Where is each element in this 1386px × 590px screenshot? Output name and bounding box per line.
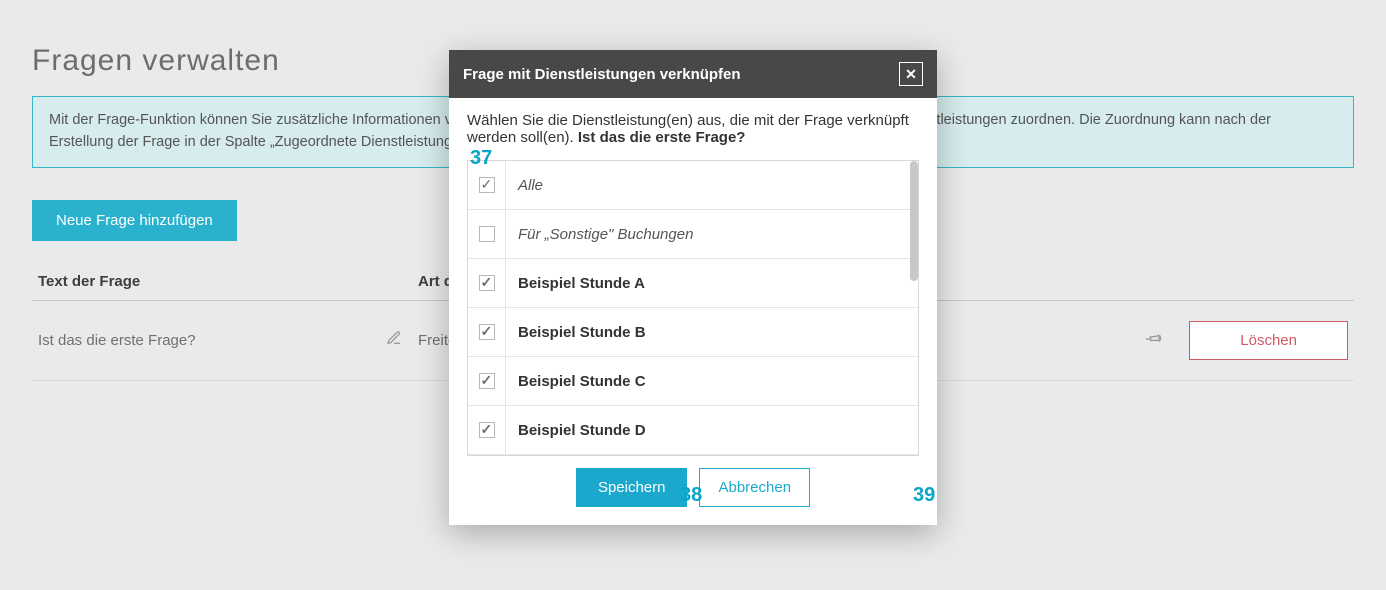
add-question-button[interactable]: Neue Frage hinzufügen [32, 200, 237, 241]
close-icon: ✕ [905, 66, 917, 83]
service-row[interactable]: Beispiel Stunde D [468, 406, 918, 455]
annotation-39: 39 [913, 484, 935, 507]
services-list: Alle Für „Sonstige" Buchungen Beispiel Stu… [467, 160, 919, 456]
service-row[interactable]: Alle [468, 161, 918, 210]
service-label: Beispiel Stunde B [506, 324, 658, 341]
service-checkbox[interactable] [479, 275, 495, 291]
service-row[interactable]: Für „Sonstige" Buchungen [468, 210, 918, 259]
service-checkbox[interactable] [479, 177, 495, 193]
cancel-button[interactable]: Abbrechen [699, 468, 810, 507]
service-label: Beispiel Stunde A [506, 275, 657, 292]
annotation-37: 37 [470, 147, 492, 170]
service-row[interactable]: Beispiel Stunde B [468, 308, 918, 357]
service-checkbox[interactable] [479, 373, 495, 389]
annotation-38: 38 [680, 484, 702, 507]
modal-title: Frage mit Dienstleistungen verknüpfen [463, 66, 741, 83]
service-label: Alle [506, 177, 555, 194]
service-checkbox[interactable] [479, 324, 495, 340]
service-row[interactable]: Beispiel Stunde C [468, 357, 918, 406]
link-services-modal: Frage mit Dienstleistungen verknüpfen ✕ … [449, 50, 937, 525]
modal-question-ref: Ist das die erste Frage? [578, 129, 746, 146]
delete-button[interactable]: Löschen [1189, 321, 1348, 360]
scrollbar[interactable] [910, 161, 918, 281]
service-row[interactable]: Beispiel Stunde A [468, 259, 918, 308]
service-label: Für „Sonstige" Buchungen [506, 226, 705, 243]
service-checkbox[interactable] [479, 226, 495, 242]
save-button[interactable]: Speichern [576, 468, 688, 507]
edit-icon[interactable] [386, 330, 402, 350]
close-button[interactable]: ✕ [899, 62, 923, 86]
service-checkbox[interactable] [479, 422, 495, 438]
pin-icon[interactable] [1141, 327, 1166, 353]
column-text-header: Text der Frage [38, 273, 418, 290]
question-text: Ist das die erste Frage? [38, 332, 196, 349]
service-label: Beispiel Stunde C [506, 373, 658, 390]
modal-header: Frage mit Dienstleistungen verknüpfen ✕ [449, 50, 937, 98]
service-label: Beispiel Stunde D [506, 422, 658, 439]
